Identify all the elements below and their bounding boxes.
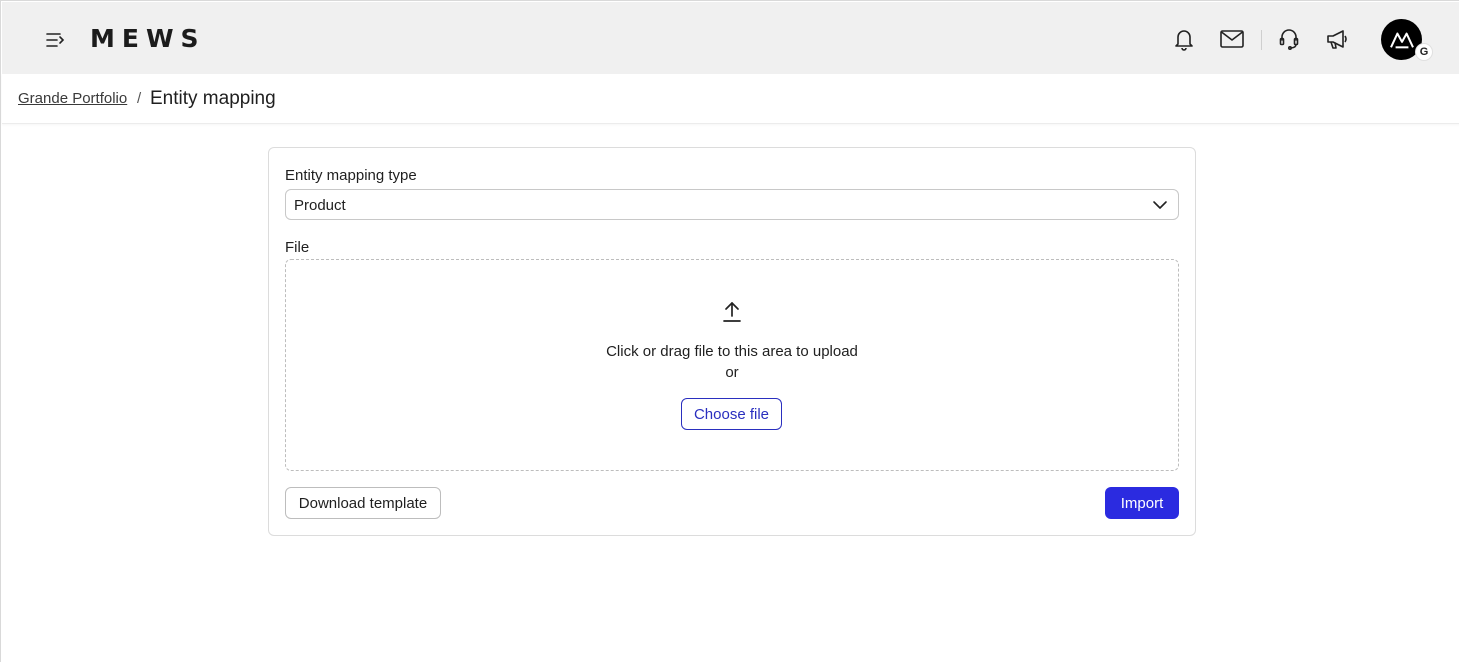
page-title: Entity mapping — [150, 88, 276, 109]
dropzone-instructions: Click or drag file to this area to uploa… — [606, 343, 858, 360]
entity-mapping-card: Entity mapping type Product File Click o… — [268, 147, 1196, 536]
choose-file-button[interactable]: Choose file — [681, 398, 782, 430]
toolbar-divider — [1261, 30, 1262, 50]
entity-mapping-type-label: Entity mapping type — [285, 167, 417, 184]
breadcrumb-parent-link[interactable]: Grande Portfolio — [18, 90, 127, 107]
breadcrumb-separator: / — [137, 90, 142, 107]
breadcrumb: Grande Portfolio / Entity mapping — [2, 74, 1459, 124]
download-template-button[interactable]: Download template — [285, 487, 441, 519]
top-bar: MEWS G — [2, 2, 1459, 74]
app-frame: MEWS G Grande Portfolio / Entity mapping… — [0, 0, 1459, 662]
select-value: Product — [294, 197, 346, 214]
bell-icon[interactable] — [1169, 24, 1199, 54]
file-label: File — [285, 239, 310, 256]
file-dropzone[interactable]: Click or drag file to this area to uploa… — [285, 259, 1179, 471]
chevron-down-icon — [1153, 201, 1167, 209]
headset-icon[interactable] — [1274, 24, 1304, 54]
dropzone-or: or — [725, 364, 739, 381]
account-logo-icon — [1389, 32, 1414, 48]
import-button[interactable]: Import — [1105, 487, 1179, 519]
megaphone-icon[interactable] — [1322, 24, 1352, 54]
upload-icon — [723, 302, 741, 322]
entity-mapping-type-select[interactable]: Product — [285, 189, 1179, 220]
menu-collapse-icon[interactable] — [42, 27, 68, 53]
mews-logo: MEWS — [90, 24, 206, 53]
avatar-badge: G — [1415, 43, 1433, 61]
mail-icon[interactable] — [1217, 24, 1247, 54]
